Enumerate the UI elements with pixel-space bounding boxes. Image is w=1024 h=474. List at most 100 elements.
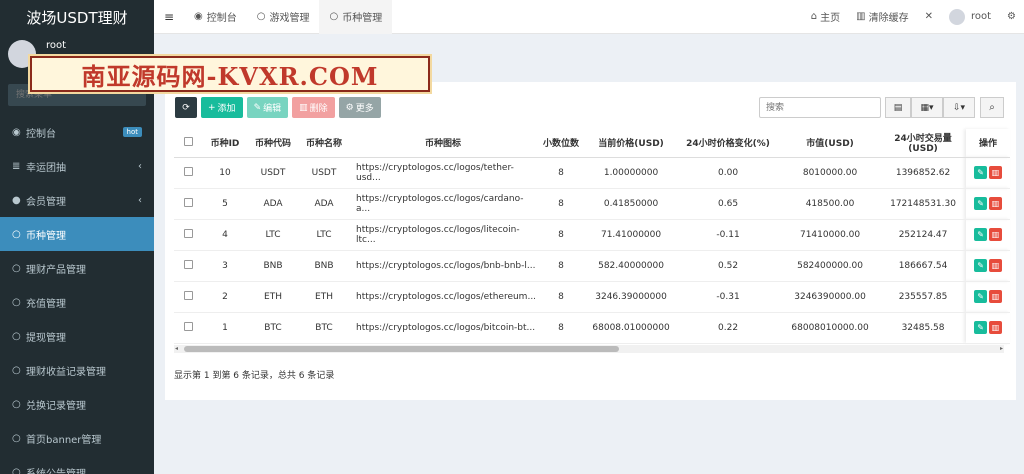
- select-all-checkbox[interactable]: [174, 129, 202, 158]
- scroll-right-icon[interactable]: ▸: [1000, 345, 1003, 353]
- col-header[interactable]: 小数位数: [536, 129, 587, 158]
- settings-icon[interactable]: ⚙: [999, 11, 1024, 22]
- add-button[interactable]: + 添加: [201, 97, 243, 118]
- table-row[interactable]: 10 USDT USDT https://cryptologos.cc/logo…: [174, 157, 1011, 189]
- cell-price: 3246.39000000: [586, 281, 677, 313]
- sidebar-item-lucky-draw[interactable]: ≣ 幸运团抽 ‹: [0, 149, 154, 183]
- grid-icon: ▦▾: [920, 102, 934, 113]
- currency-table: 币种ID 币种代码 币种名称 币种图标 小数位数 当前价格(USD) 24小时价…: [174, 129, 1011, 344]
- sidebar-item-label: 提现管理: [26, 332, 66, 344]
- home-label: 主页: [820, 13, 841, 24]
- row-checkbox-cell[interactable]: [174, 281, 202, 313]
- sidebar-item-withdraw[interactable]: ○ 提现管理: [0, 319, 154, 353]
- table-row[interactable]: 1 BTC BTC https://cryptologos.cc/logos/b…: [174, 312, 1011, 344]
- col-header[interactable]: 币种图标: [350, 129, 537, 158]
- more-button[interactable]: ⚙ 更多: [338, 97, 381, 118]
- cell-icon-url: https://cryptologos.cc/logos/ethereum...: [350, 281, 537, 313]
- table-search[interactable]: [759, 97, 881, 118]
- row-edit-button[interactable]: ✎: [974, 259, 988, 272]
- checkbox[interactable]: [183, 136, 193, 146]
- circle-icon: ○: [329, 11, 339, 22]
- row-edit-button[interactable]: ✎: [974, 166, 988, 179]
- sidebar-item-notice[interactable]: ○ 系统公告管理: [0, 455, 154, 474]
- row-checkbox-cell[interactable]: [174, 250, 202, 282]
- cell-actions: ✎ ▥: [966, 188, 1011, 220]
- row-edit-button[interactable]: ✎: [974, 197, 988, 210]
- user-name: root: [970, 11, 992, 22]
- row-edit-button[interactable]: ✎: [974, 290, 988, 303]
- table-row[interactable]: 3 BNB BNB https://cryptologos.cc/logos/b…: [174, 250, 1011, 282]
- sidebar-item-currency[interactable]: ○ 币种管理: [0, 217, 154, 251]
- checkbox[interactable]: [183, 166, 193, 176]
- sidebar-item-label: 充值管理: [26, 298, 66, 310]
- scroll-left-icon[interactable]: ◂: [175, 345, 178, 353]
- tab-dashboard[interactable]: ◉ 控制台: [184, 0, 247, 34]
- search-button[interactable]: ⌕: [980, 97, 1004, 118]
- sidebar-item-members[interactable]: ● 会员管理 ‹: [0, 183, 154, 217]
- cell-id: 4: [202, 219, 248, 251]
- tab-game-management[interactable]: ○ 游戏管理: [247, 0, 320, 34]
- col-header[interactable]: 24小时价格变化(%): [676, 129, 781, 158]
- menu-toggle-icon[interactable]: ≡: [154, 10, 184, 24]
- pencil-icon: ✎: [253, 102, 262, 113]
- trash-icon: ▥: [299, 102, 308, 113]
- add-label: 添加: [217, 104, 236, 114]
- scrollbar-thumb[interactable]: [184, 346, 619, 352]
- card-view-button[interactable]: ▤: [885, 97, 911, 118]
- sidebar-item-recharge[interactable]: ○ 充值管理: [0, 285, 154, 319]
- sidebar-item-label: 控制台: [26, 128, 56, 140]
- table-row[interactable]: 5 ADA ADA https://cryptologos.cc/logos/c…: [174, 188, 1011, 220]
- row-delete-button[interactable]: ▥: [989, 321, 1003, 334]
- row-edit-button[interactable]: ✎: [974, 228, 988, 241]
- edit-button[interactable]: ✎ 编辑: [246, 97, 289, 118]
- table-row[interactable]: 4 LTC LTC https://cryptologos.cc/logos/l…: [174, 219, 1011, 251]
- user-menu[interactable]: root: [941, 8, 999, 25]
- row-delete-button[interactable]: ▥: [989, 197, 1003, 210]
- checkbox[interactable]: [183, 228, 193, 238]
- checkbox[interactable]: [183, 259, 193, 269]
- col-header[interactable]: 币种ID: [202, 129, 248, 158]
- col-header[interactable]: 币种代码: [248, 129, 298, 158]
- sidebar-item-banner[interactable]: ○ 首页banner管理: [0, 421, 154, 455]
- checkbox[interactable]: [183, 197, 193, 207]
- row-checkbox-cell[interactable]: [174, 188, 202, 220]
- cell-icon-url: https://cryptologos.cc/logos/bnb-bnb-l..…: [350, 250, 537, 282]
- row-checkbox-cell[interactable]: [174, 219, 202, 251]
- cell-mcap: 582400000.00: [780, 250, 881, 282]
- refresh-button[interactable]: ⟳: [175, 97, 197, 118]
- col-header[interactable]: 币种名称: [298, 129, 350, 158]
- cell-change: -0.31: [676, 281, 781, 313]
- row-edit-button[interactable]: ✎: [974, 321, 988, 334]
- checkbox[interactable]: [183, 321, 193, 331]
- cell-volume: 32485.58: [880, 312, 967, 344]
- horizontal-scrollbar[interactable]: ◂ ▸: [174, 345, 1004, 353]
- tab-currency-management[interactable]: ○ 币种管理: [319, 0, 393, 34]
- columns-button[interactable]: ▦▾: [911, 97, 943, 118]
- gear-icon: ⚙: [345, 102, 354, 113]
- cell-code: USDT: [248, 157, 298, 189]
- clear-cache-button[interactable]: ▥ 清除缓存: [848, 9, 916, 24]
- row-checkbox-cell[interactable]: [174, 157, 202, 189]
- col-header[interactable]: 市值(USD): [780, 129, 881, 158]
- col-header[interactable]: 24小时交易量(USD): [880, 129, 967, 158]
- row-delete-button[interactable]: ▥: [989, 290, 1003, 303]
- sidebar-item-dashboard[interactable]: ◉ 控制台 hot: [0, 115, 154, 149]
- sidebar-item-earnings[interactable]: ○ 理财收益记录管理: [0, 353, 154, 387]
- home-link[interactable]: ⌂ 主页: [803, 9, 848, 24]
- fullscreen-icon[interactable]: ✕: [917, 11, 941, 22]
- row-checkbox-cell[interactable]: [174, 312, 202, 344]
- row-delete-button[interactable]: ▥: [989, 228, 1003, 241]
- table-search-input[interactable]: [760, 98, 880, 117]
- row-delete-button[interactable]: ▥: [989, 259, 1003, 272]
- sidebar-item-products[interactable]: ○ 理财产品管理: [0, 251, 154, 285]
- row-delete-button[interactable]: ▥: [989, 166, 1003, 179]
- checkbox[interactable]: [183, 290, 193, 300]
- sidebar-item-exchange[interactable]: ○ 兑换记录管理: [0, 387, 154, 421]
- sidebar-item-label: 幸运团抽: [26, 162, 66, 174]
- table-row[interactable]: 2 ETH ETH https://cryptologos.cc/logos/e…: [174, 281, 1011, 313]
- delete-button[interactable]: ▥ 删除: [292, 97, 335, 118]
- col-header[interactable]: 当前价格(USD): [586, 129, 677, 158]
- cell-code: ADA: [248, 188, 298, 220]
- export-button[interactable]: ⇩▾: [943, 97, 975, 118]
- search-icon: ⌕: [989, 102, 995, 113]
